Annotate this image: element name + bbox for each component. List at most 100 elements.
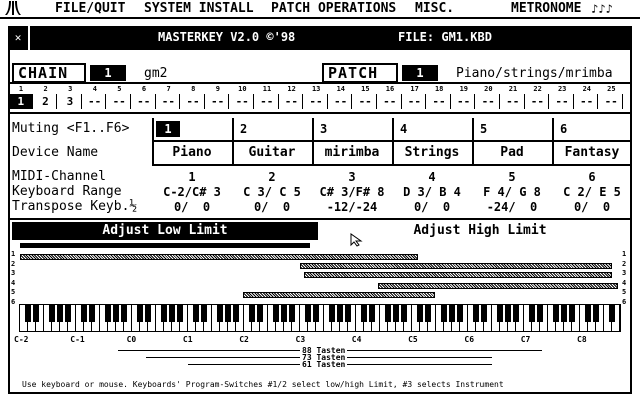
black-key[interactable]	[313, 305, 319, 322]
black-key[interactable]	[425, 305, 431, 322]
black-key[interactable]	[441, 305, 447, 322]
chain-slot[interactable]: --	[133, 94, 156, 109]
black-key[interactable]	[89, 305, 95, 322]
chain-slot[interactable]: --	[231, 94, 254, 109]
black-key[interactable]	[513, 305, 519, 322]
transpose-value[interactable]: -24/ 0	[472, 201, 552, 214]
black-key[interactable]	[289, 305, 295, 322]
black-key[interactable]	[585, 305, 591, 322]
black-key[interactable]	[361, 305, 367, 322]
black-key[interactable]	[169, 305, 175, 322]
chain-slot[interactable]: --	[404, 94, 427, 109]
black-key[interactable]	[65, 305, 71, 322]
transpose-value[interactable]: 0/ 0	[232, 201, 312, 214]
black-key[interactable]	[33, 305, 39, 322]
chain-slot[interactable]: --	[305, 94, 328, 109]
black-key[interactable]	[233, 305, 239, 322]
black-key[interactable]	[137, 305, 143, 322]
chain-name[interactable]: gm2	[144, 67, 167, 81]
black-key[interactable]	[25, 305, 31, 322]
chain-slot[interactable]: --	[158, 94, 181, 109]
mute-toggle-6[interactable]: 6	[556, 121, 580, 137]
black-key[interactable]	[369, 305, 375, 322]
chain-slot[interactable]: --	[551, 94, 574, 109]
chain-slot[interactable]: --	[108, 94, 131, 109]
chain-slot[interactable]: 3	[59, 94, 82, 109]
black-key[interactable]	[537, 305, 543, 322]
menu-misc[interactable]: MISC.	[415, 2, 454, 16]
black-key[interactable]	[305, 305, 311, 322]
keyboard-range[interactable]: C-2/C# 3	[152, 186, 232, 199]
adjust-high-limit-tab[interactable]: Adjust High Limit	[330, 223, 630, 239]
black-key[interactable]	[345, 305, 351, 322]
range-bar-guitar[interactable]	[300, 263, 612, 269]
black-key[interactable]	[385, 305, 391, 322]
midi-channel[interactable]: 1	[152, 171, 232, 184]
black-key[interactable]	[177, 305, 183, 322]
chain-slot[interactable]: --	[477, 94, 500, 109]
menu-system-install[interactable]: SYSTEM INSTALL	[144, 2, 254, 16]
black-key[interactable]	[281, 305, 287, 322]
black-key[interactable]	[553, 305, 559, 322]
black-key[interactable]	[145, 305, 151, 322]
window-title-bar[interactable]: ✕ MASTERKEY V2.0 ©'98 FILE: GM1.KBD	[8, 26, 632, 50]
black-key[interactable]	[329, 305, 335, 322]
black-key[interactable]	[529, 305, 535, 322]
black-key[interactable]	[201, 305, 207, 322]
device-name[interactable]: Guitar	[232, 146, 312, 159]
transpose-value[interactable]: 0/ 0	[152, 201, 232, 214]
mute-toggle-3[interactable]: 3	[316, 121, 340, 137]
chain-slot[interactable]: 1	[10, 94, 33, 109]
chain-slot[interactable]: 2	[35, 94, 58, 109]
menu-file[interactable]: FILE/QUIT	[55, 2, 125, 16]
device-name[interactable]: Fantasy	[552, 146, 632, 159]
keyboard-range[interactable]: C 3/ C 5	[232, 186, 312, 199]
black-key[interactable]	[497, 305, 503, 322]
black-key[interactable]	[273, 305, 279, 322]
midi-channel[interactable]: 6	[552, 171, 632, 184]
black-key[interactable]	[193, 305, 199, 322]
black-key[interactable]	[81, 305, 87, 322]
chain-number[interactable]: 1	[90, 65, 126, 81]
black-key[interactable]	[505, 305, 511, 322]
midi-channel[interactable]: 4	[392, 171, 472, 184]
transpose-value[interactable]: -12/-24	[312, 201, 392, 214]
close-icon[interactable]: ✕	[8, 26, 30, 50]
midi-channel[interactable]: 2	[232, 171, 312, 184]
chain-slot[interactable]: --	[256, 94, 279, 109]
black-key[interactable]	[481, 305, 487, 322]
device-name[interactable]: mirimba	[312, 146, 392, 159]
black-key[interactable]	[249, 305, 255, 322]
mute-toggle-2[interactable]: 2	[236, 121, 260, 137]
black-key[interactable]	[225, 305, 231, 322]
black-key[interactable]	[561, 305, 567, 322]
piano-keyboard[interactable]	[19, 304, 621, 332]
range-bar-pad[interactable]	[378, 283, 618, 289]
chain-slot[interactable]: --	[354, 94, 377, 109]
chain-slot[interactable]: --	[281, 94, 304, 109]
midi-channel[interactable]: 3	[312, 171, 392, 184]
mute-toggle-4[interactable]: 4	[396, 121, 420, 137]
chain-slot[interactable]: --	[379, 94, 402, 109]
black-key[interactable]	[57, 305, 63, 322]
black-key[interactable]	[257, 305, 263, 322]
chain-slot[interactable]: --	[182, 94, 205, 109]
chain-slot[interactable]: --	[330, 94, 353, 109]
chain-slot[interactable]: --	[453, 94, 476, 109]
atari-fuji-icon[interactable]	[5, 1, 21, 19]
chain-slot[interactable]: --	[502, 94, 525, 109]
black-key[interactable]	[401, 305, 407, 322]
black-key[interactable]	[105, 305, 111, 322]
range-bar-fantasy[interactable]	[243, 292, 435, 298]
patch-name[interactable]: Piano/strings/mrimba	[456, 67, 613, 81]
black-key[interactable]	[593, 305, 599, 322]
black-key[interactable]	[49, 305, 55, 322]
black-key[interactable]	[569, 305, 575, 322]
transpose-value[interactable]: 0/ 0	[392, 201, 472, 214]
chain-slot[interactable]: --	[600, 94, 623, 109]
adjust-low-limit-tab[interactable]: Adjust Low Limit	[12, 222, 318, 240]
mute-toggle-5[interactable]: 5	[476, 121, 500, 137]
device-name[interactable]: Piano	[152, 146, 232, 159]
chain-slot[interactable]: --	[428, 94, 451, 109]
black-key[interactable]	[609, 305, 615, 322]
